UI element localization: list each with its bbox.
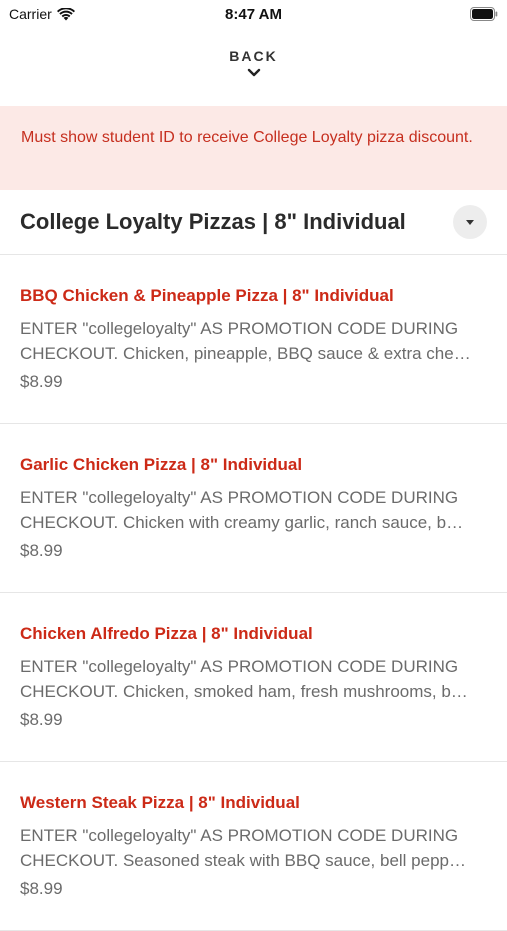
menu-item[interactable]: Garlic Chicken Pizza | 8" Individual ENT…	[0, 424, 507, 593]
status-bar: Carrier 8:47 AM	[0, 0, 507, 30]
student-id-notice: Must show student ID to receive College …	[0, 106, 507, 190]
back-label: BACK	[229, 48, 278, 64]
battery-icon	[470, 7, 498, 21]
menu-item-name: BBQ Chicken & Pineapple Pizza | 8" Indiv…	[20, 286, 394, 305]
menu-item-description: ENTER "collegeloyalty" AS PROMOTION CODE…	[20, 488, 464, 532]
menu-item[interactable]: Western Steak Pizza | 8" Individual ENTE…	[0, 762, 507, 931]
menu-item-description: ENTER "collegeloyalty" AS PROMOTION CODE…	[20, 826, 466, 870]
category-header[interactable]: College Loyalty Pizzas | 8" Individual	[0, 190, 507, 255]
caret-down-icon	[466, 219, 474, 225]
menu-item-list: BBQ Chicken & Pineapple Pizza | 8" Indiv…	[0, 255, 507, 931]
menu-item-price: $8.99	[20, 541, 63, 560]
category-title: College Loyalty Pizzas | 8" Individual	[20, 209, 406, 234]
menu-item-name: Western Steak Pizza | 8" Individual	[20, 793, 300, 812]
clock: 8:47 AM	[225, 6, 282, 23]
menu-item-description: ENTER "collegeloyalty" AS PROMOTION CODE…	[20, 319, 471, 363]
menu-item-price: $8.99	[20, 372, 63, 391]
menu-item-description: ENTER "collegeloyalty" AS PROMOTION CODE…	[20, 657, 468, 701]
back-button[interactable]: BACK	[0, 30, 507, 106]
category-dropdown-button[interactable]	[453, 205, 487, 239]
menu-item[interactable]: Chicken Alfredo Pizza | 8" Individual EN…	[0, 593, 507, 762]
menu-item[interactable]: BBQ Chicken & Pineapple Pizza | 8" Indiv…	[0, 255, 507, 424]
menu-item-price: $8.99	[20, 710, 63, 729]
menu-item-name: Garlic Chicken Pizza | 8" Individual	[20, 455, 303, 474]
menu-item-price: $8.99	[20, 879, 63, 898]
menu-item-name: Chicken Alfredo Pizza | 8" Individual	[20, 624, 313, 643]
chevron-down-icon	[247, 68, 260, 77]
